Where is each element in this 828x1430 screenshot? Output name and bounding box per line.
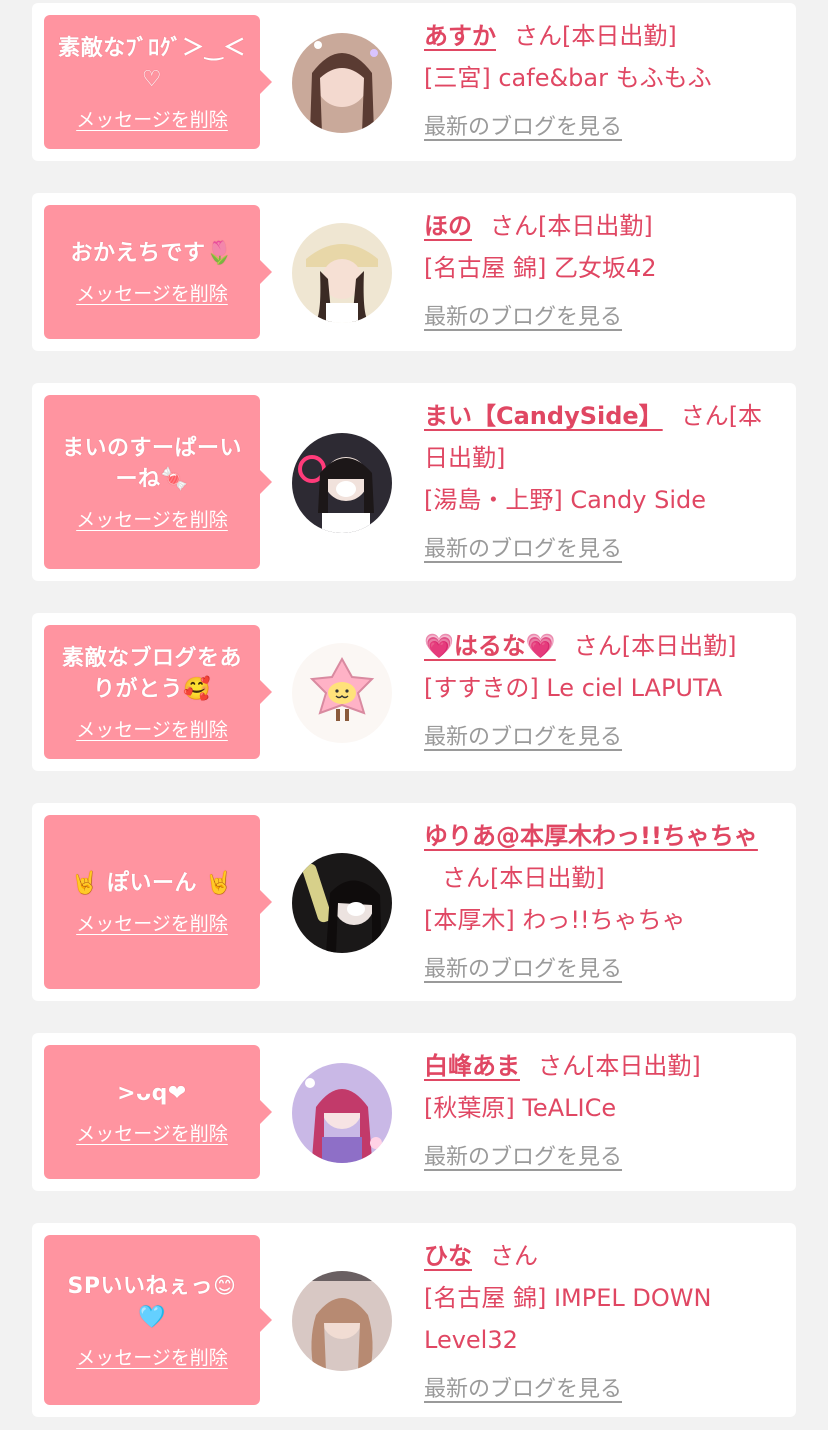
- san-suffix: さん: [573, 632, 622, 660]
- girl-name-link[interactable]: 💗はるな💗: [424, 632, 556, 660]
- avatar-photo-icon: [292, 853, 392, 953]
- reaction-card: 🤘 ぽいーん 🤘 メッセージを削除 ゆりあ@本厚木わっ!!ちゃちゃさん[本日出勤…: [32, 803, 796, 1001]
- latest-blog-link[interactable]: 最新のブログを見る: [424, 529, 622, 571]
- latest-blog-link[interactable]: 最新のブログを見る: [424, 107, 622, 149]
- reaction-card: 素敵なﾌﾞﾛｸﾞ＞‿＜♡ メッセージを削除 あすか さん[本日出勤] [三宮] c…: [32, 3, 796, 161]
- latest-blog-link[interactable]: 最新のブログを見る: [424, 1137, 622, 1179]
- reaction-card: SPいいねぇっ😊🩵 メッセージを削除 ひな さん [名古屋 錦] IMPEL DO…: [32, 1223, 796, 1417]
- avatar[interactable]: [292, 433, 392, 533]
- girl-name-link[interactable]: ゆりあ@本厚木わっ!!ちゃちゃ: [424, 822, 758, 850]
- reaction-card: まいのすーぱーいーね🍬 メッセージを削除 まい【CandySide】 さん[本日出…: [32, 383, 796, 581]
- avatar-photo-icon: [292, 1063, 392, 1163]
- girl-name-link[interactable]: まい【CandySide】: [424, 402, 663, 430]
- girl-name-link[interactable]: あすか: [424, 22, 496, 50]
- message-text: まいのすーぱーいーね🍬: [61, 435, 242, 492]
- avatar-photo-icon: [292, 33, 392, 133]
- shop-name: [湯島・上野] Candy Side: [424, 486, 706, 514]
- shop-name: [名古屋 錦] IMPEL DOWN Level32: [424, 1284, 712, 1354]
- san-suffix: さん: [442, 864, 490, 892]
- san-suffix: さん: [680, 402, 729, 430]
- latest-blog-link[interactable]: 最新のブログを見る: [424, 717, 622, 759]
- work-status: [本日出勤]: [538, 212, 653, 240]
- avatar-photo-icon: [292, 433, 392, 533]
- message-bubble: >ᴗq❤ メッセージを削除: [44, 1045, 272, 1179]
- message-text: 素敵なブログをありがとう🥰: [61, 645, 242, 702]
- message-bubble: おかえちです🌷 メッセージを削除: [44, 205, 272, 339]
- delete-message-link[interactable]: メッセージを削除: [76, 715, 228, 742]
- message-bubble: 素敵なブログをありがとう🥰 メッセージを削除: [44, 625, 272, 759]
- avatar[interactable]: [292, 643, 392, 743]
- shop-name: [名古屋 錦] 乙女坂42: [424, 254, 657, 282]
- girl-info: ゆりあ@本厚木わっ!!ちゃちゃさん[本日出勤] [本厚木] わっ!!ちゃちゃ 最…: [424, 815, 784, 991]
- delete-message-link[interactable]: メッセージを削除: [76, 909, 228, 936]
- avatar[interactable]: [292, 853, 392, 953]
- girl-name-link[interactable]: 白峰あま: [424, 1052, 520, 1080]
- message-text: SPいいねぇっ😊🩵: [67, 1273, 237, 1330]
- shop-name: [三宮] cafe&bar もふもふ: [424, 64, 712, 92]
- work-status: [本日出勤]: [490, 864, 605, 892]
- avatar[interactable]: [292, 33, 392, 133]
- girl-info: 💗はるな💗 さん[本日出勤] [すすきの] Le ciel LAPUTA 最新のブ…: [424, 625, 784, 759]
- shop-name: [本厚木] わっ!!ちゃちゃ: [424, 906, 686, 934]
- message-text: >ᴗq❤: [117, 1081, 187, 1106]
- girl-info: 白峰あま さん[本日出勤] [秋葉原] TeALICe 最新のブログを見る: [424, 1045, 784, 1179]
- girl-info: ひな さん [名古屋 錦] IMPEL DOWN Level32 最新のブログを見…: [424, 1235, 784, 1411]
- delete-message-link[interactable]: メッセージを削除: [76, 1343, 228, 1370]
- san-suffix: さん: [514, 22, 562, 50]
- shop-name: [すすきの] Le ciel LAPUTA: [424, 674, 723, 702]
- latest-blog-link[interactable]: 最新のブログを見る: [424, 949, 622, 991]
- message-bubble: まいのすーぱーいーね🍬 メッセージを削除: [44, 395, 272, 569]
- avatar[interactable]: [292, 1271, 392, 1371]
- message-bubble: SPいいねぇっ😊🩵 メッセージを削除: [44, 1235, 272, 1405]
- message-text: 🤘 ぽいーん 🤘: [70, 871, 234, 896]
- latest-blog-link[interactable]: 最新のブログを見る: [424, 1369, 622, 1411]
- shop-name: [秋葉原] TeALICe: [424, 1094, 617, 1122]
- avatar-photo-icon: [292, 1271, 392, 1371]
- delete-message-link[interactable]: メッセージを削除: [76, 279, 228, 306]
- girl-name-link[interactable]: ひな: [424, 1242, 472, 1270]
- delete-message-link[interactable]: メッセージを削除: [76, 1119, 228, 1146]
- reaction-card: 素敵なブログをありがとう🥰 メッセージを削除 💗はるな💗 さん[本日出勤] [すす…: [32, 613, 796, 771]
- san-suffix: さん: [490, 212, 538, 240]
- message-bubble: 素敵なﾌﾞﾛｸﾞ＞‿＜♡ メッセージを削除: [44, 15, 272, 149]
- san-suffix: さん: [538, 1052, 586, 1080]
- sakura-mascot-icon: [292, 643, 392, 743]
- message-text: 素敵なﾌﾞﾛｸﾞ＞‿＜♡: [58, 35, 246, 92]
- delete-message-link[interactable]: メッセージを削除: [76, 505, 228, 532]
- delete-message-link[interactable]: メッセージを削除: [76, 105, 228, 132]
- girl-name-link[interactable]: ほの: [424, 212, 472, 240]
- latest-blog-link[interactable]: 最新のブログを見る: [424, 297, 622, 339]
- girl-info: あすか さん[本日出勤] [三宮] cafe&bar もふもふ 最新のブログを見る: [424, 15, 784, 149]
- avatar[interactable]: [292, 223, 392, 323]
- reaction-card: >ᴗq❤ メッセージを削除 白峰あま さん[本日出勤] [秋葉原] TeALICe…: [32, 1033, 796, 1191]
- message-text: おかえちです🌷: [70, 241, 234, 266]
- work-status: [本日出勤]: [562, 22, 677, 50]
- work-status: [本日出勤]: [586, 1052, 701, 1080]
- san-suffix: さん: [490, 1242, 538, 1270]
- girl-info: まい【CandySide】 さん[本日出勤] [湯島・上野] Candy Side…: [424, 395, 784, 571]
- avatar[interactable]: [292, 1063, 392, 1163]
- avatar-photo-icon: [292, 223, 392, 323]
- reaction-card: おかえちです🌷 メッセージを削除 ほの さん[本日出勤] [名古屋 錦] 乙女坂4…: [32, 193, 796, 351]
- girl-info: ほの さん[本日出勤] [名古屋 錦] 乙女坂42 最新のブログを見る: [424, 205, 784, 339]
- work-status: [本日出勤]: [621, 632, 737, 660]
- message-bubble: 🤘 ぽいーん 🤘 メッセージを削除: [44, 815, 272, 989]
